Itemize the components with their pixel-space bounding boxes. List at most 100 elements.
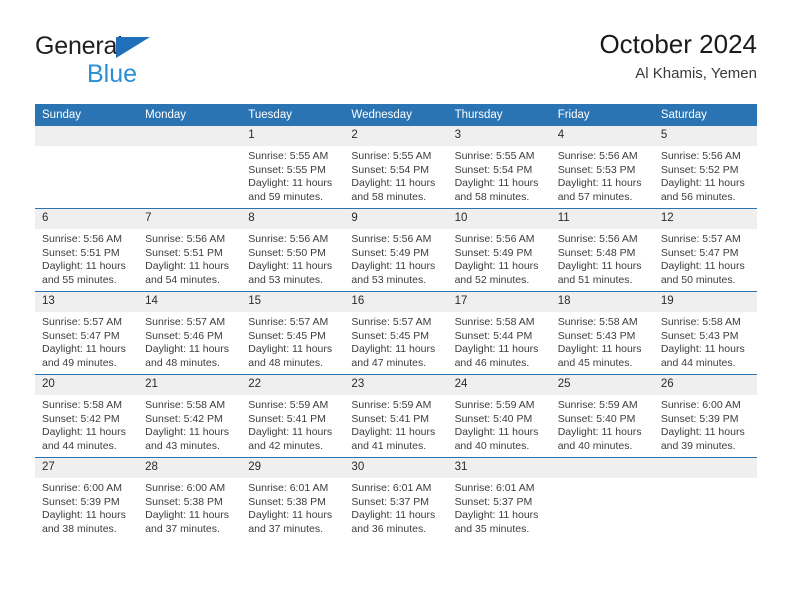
day-number: 10	[447, 209, 551, 229]
calendar-day-cell[interactable]: 13 Sunrise: 5:57 AM Sunset: 5:47 PM Dayligh…	[35, 291, 139, 375]
calendar-day-cell[interactable]: 3 Sunrise: 5:55 AM Sunset: 5:54 PM Daylight…	[447, 126, 551, 209]
daylight-text-line1: Daylight: 11 hours	[145, 260, 229, 273]
day-details: Sunrise: 6:00 AM Sunset: 5:38 PM Daylight:…	[138, 478, 241, 536]
daylight-text-line1: Daylight: 11 hours	[248, 260, 333, 273]
calendar-day-cell[interactable]: 22 Sunrise: 5:59 AM Sunset: 5:41 PM Dayligh…	[241, 374, 345, 458]
sunset-text: Sunset: 5:42 PM	[42, 412, 120, 425]
calendar-day-cell[interactable]: 20 Sunrise: 5:58 AM Sunset: 5:42 PM Dayligh…	[35, 374, 139, 458]
calendar-day-cell[interactable]: 4 Sunrise: 5:56 AM Sunset: 5:53 PM Daylight…	[550, 126, 654, 209]
daylight-text-line2: and 58 minutes.	[351, 190, 427, 203]
sunset-text: Sunset: 5:38 PM	[248, 495, 326, 508]
daylight-text-line1: Daylight: 11 hours	[42, 509, 126, 522]
calendar-day-cell[interactable]: 9 Sunrise: 5:56 AM Sunset: 5:49 PM Daylight…	[344, 208, 448, 292]
logo-general-label: General	[35, 32, 123, 60]
daylight-text-line2: and 44 minutes.	[42, 439, 117, 452]
sunrise-text: Sunrise: 5:57 AM	[660, 233, 741, 245]
daylight-text-line2: and 50 minutes.	[660, 273, 736, 286]
day-details: Sunrise: 5:58 AM Sunset: 5:43 PM Daylight:…	[654, 312, 757, 370]
daylight-text-line2: and 35 minutes.	[454, 522, 530, 535]
day-number: 1	[241, 126, 345, 146]
daylight-text-line2: and 43 minutes.	[145, 439, 220, 452]
calendar-body: 1 Sunrise: 5:55 AM Sunset: 5:55 PM Daylight…	[35, 126, 757, 540]
sunrise-text: Sunrise: 6:01 AM	[454, 482, 535, 494]
calendar-day-cell[interactable]: 5 Sunrise: 5:56 AM Sunset: 5:52 PM Daylight…	[653, 126, 757, 209]
day-number: 26	[653, 375, 757, 395]
calendar-day-cell[interactable]: 10 Sunrise: 5:56 AM Sunset: 5:49 PM Dayligh…	[447, 208, 551, 292]
daylight-text-line1: Daylight: 11 hours	[248, 177, 333, 190]
logo-text-general: General	[35, 34, 215, 61]
sunrise-text: Sunrise: 5:57 AM	[248, 316, 329, 328]
daylight-text-line1: Daylight: 11 hours	[454, 509, 539, 522]
day-number: 3	[447, 126, 551, 146]
calendar-day-cell[interactable]: 27 Sunrise: 6:00 AM Sunset: 5:39 PM Dayligh…	[35, 457, 139, 540]
day-details: Sunrise: 5:56 AM Sunset: 5:49 PM Daylight:…	[344, 229, 447, 287]
calendar-day-cell[interactable]: 14 Sunrise: 5:57 AM Sunset: 5:46 PM Dayligh…	[138, 291, 242, 375]
day-details: Sunrise: 5:56 AM Sunset: 5:51 PM Daylight:…	[138, 229, 241, 287]
day-number: 4	[550, 126, 654, 146]
calendar-day-cell[interactable]: 7 Sunrise: 5:56 AM Sunset: 5:51 PM Daylight…	[138, 208, 242, 292]
calendar-day-cell-empty	[35, 126, 139, 209]
daylight-text-line1: Daylight: 11 hours	[351, 260, 436, 273]
calendar-day-cell[interactable]: 12 Sunrise: 5:57 AM Sunset: 5:47 PM Dayligh…	[653, 208, 757, 292]
daylight-text-line1: Daylight: 11 hours	[351, 426, 436, 439]
daylight-text-line2: and 38 minutes.	[42, 522, 117, 535]
sunrise-text: Sunrise: 6:01 AM	[248, 482, 329, 494]
sunrise-text: Sunrise: 6:00 AM	[145, 482, 226, 494]
calendar-day-cell[interactable]: 21 Sunrise: 5:58 AM Sunset: 5:42 PM Dayligh…	[138, 374, 242, 458]
calendar-day-cell[interactable]: 29 Sunrise: 6:01 AM Sunset: 5:38 PM Dayligh…	[241, 457, 345, 540]
calendar-day-cell[interactable]: 11 Sunrise: 5:56 AM Sunset: 5:48 PM Dayligh…	[550, 208, 654, 292]
daylight-text-line1: Daylight: 11 hours	[351, 343, 436, 356]
calendar-day-cell[interactable]: 17 Sunrise: 5:58 AM Sunset: 5:44 PM Dayligh…	[447, 291, 551, 375]
calendar-day-cell[interactable]: 26 Sunrise: 6:00 AM Sunset: 5:39 PM Dayligh…	[653, 374, 757, 458]
daylight-text-line1: Daylight: 11 hours	[454, 426, 539, 439]
day-number: 22	[241, 375, 345, 395]
sunrise-text: Sunrise: 5:58 AM	[42, 399, 122, 411]
calendar-day-cell[interactable]: 28 Sunrise: 6:00 AM Sunset: 5:38 PM Dayligh…	[138, 457, 242, 540]
sunrise-text: Sunrise: 5:59 AM	[351, 399, 432, 411]
day-number	[35, 126, 139, 146]
calendar-day-cell[interactable]: 23 Sunrise: 5:59 AM Sunset: 5:41 PM Dayligh…	[344, 374, 448, 458]
daylight-text-line1: Daylight: 11 hours	[557, 260, 642, 273]
daylight-text-line1: Daylight: 11 hours	[145, 509, 229, 522]
day-details: Sunrise: 5:57 AM Sunset: 5:47 PM Daylight:…	[35, 312, 138, 370]
daylight-text-line1: Daylight: 11 hours	[557, 426, 642, 439]
calendar-day-cell[interactable]: 6 Sunrise: 5:56 AM Sunset: 5:51 PM Daylight…	[35, 208, 139, 292]
sunrise-text: Sunrise: 5:57 AM	[145, 316, 226, 328]
sunset-text: Sunset: 5:38 PM	[145, 495, 223, 508]
daylight-text-line2: and 48 minutes.	[248, 356, 323, 369]
sunset-text: Sunset: 5:45 PM	[248, 329, 326, 342]
calendar-day-cell[interactable]: 19 Sunrise: 5:58 AM Sunset: 5:43 PM Dayligh…	[653, 291, 757, 375]
calendar-day-cell[interactable]: 2 Sunrise: 5:55 AM Sunset: 5:54 PM Daylight…	[344, 126, 448, 209]
sunset-text: Sunset: 5:39 PM	[660, 412, 739, 425]
daylight-text-line1: Daylight: 11 hours	[42, 260, 126, 273]
day-number: 27	[35, 458, 139, 478]
daylight-text-line2: and 39 minutes.	[660, 439, 736, 452]
calendar-day-cell[interactable]: 15 Sunrise: 5:57 AM Sunset: 5:45 PM Dayligh…	[241, 291, 345, 375]
calendar-week-row: 27 Sunrise: 6:00 AM Sunset: 5:39 PM Dayligh…	[35, 457, 757, 540]
calendar-day-cell[interactable]: 18 Sunrise: 5:58 AM Sunset: 5:43 PM Dayligh…	[550, 291, 654, 375]
sunset-text: Sunset: 5:47 PM	[42, 329, 120, 342]
weekday-header-cell: Friday	[550, 104, 654, 126]
weekday-header-cell: Saturday	[653, 104, 757, 126]
sunset-text: Sunset: 5:37 PM	[351, 495, 430, 508]
calendar-day-cell[interactable]: 31 Sunrise: 6:01 AM Sunset: 5:37 PM Dayligh…	[447, 457, 551, 540]
sunrise-text: Sunrise: 5:57 AM	[42, 316, 122, 328]
sunset-text: Sunset: 5:42 PM	[145, 412, 223, 425]
day-number: 17	[447, 292, 551, 312]
calendar-day-cell[interactable]: 30 Sunrise: 6:01 AM Sunset: 5:37 PM Dayligh…	[344, 457, 448, 540]
day-number: 30	[344, 458, 448, 478]
calendar-day-cell[interactable]: 25 Sunrise: 5:59 AM Sunset: 5:40 PM Dayligh…	[550, 374, 654, 458]
daylight-text-line1: Daylight: 11 hours	[248, 426, 333, 439]
sunrise-text: Sunrise: 5:58 AM	[454, 316, 535, 328]
general-blue-logo[interactable]: General Blue	[35, 34, 215, 90]
sunset-text: Sunset: 5:51 PM	[42, 246, 120, 259]
day-details: Sunrise: 5:55 AM Sunset: 5:54 PM Daylight:…	[448, 146, 551, 204]
calendar-day-cell[interactable]: 16 Sunrise: 5:57 AM Sunset: 5:45 PM Dayligh…	[344, 291, 448, 375]
calendar-day-cell[interactable]: 24 Sunrise: 5:59 AM Sunset: 5:40 PM Dayligh…	[447, 374, 551, 458]
day-number: 18	[550, 292, 654, 312]
calendar-day-cell[interactable]: 1 Sunrise: 5:55 AM Sunset: 5:55 PM Daylight…	[241, 126, 345, 209]
calendar-day-cell[interactable]: 8 Sunrise: 5:56 AM Sunset: 5:50 PM Daylight…	[241, 208, 345, 292]
sunrise-text: Sunrise: 5:56 AM	[145, 233, 226, 245]
sunrise-text: Sunrise: 5:59 AM	[454, 399, 535, 411]
calendar-day-cell-empty	[138, 126, 242, 209]
